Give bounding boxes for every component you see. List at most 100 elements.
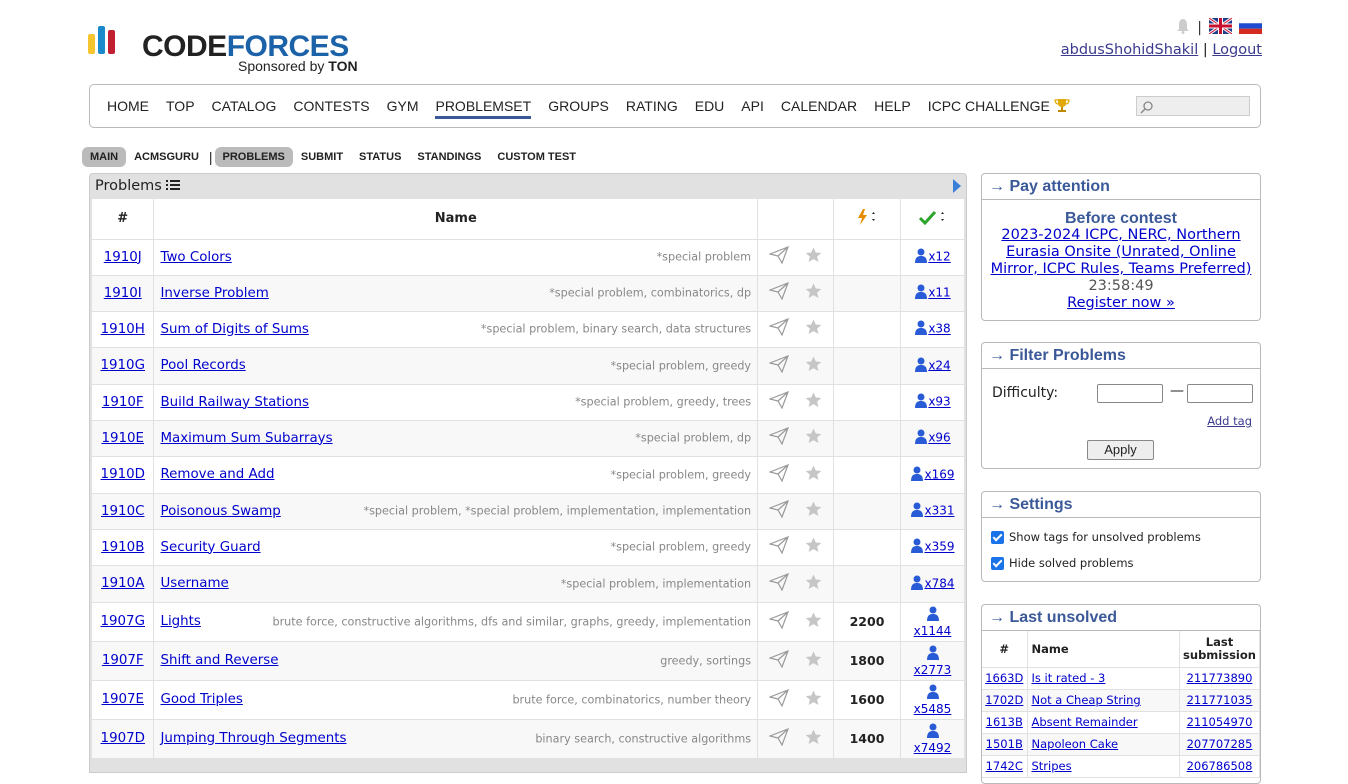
submenu-status[interactable]: STATUS bbox=[351, 147, 409, 167]
header-solved[interactable] bbox=[900, 199, 965, 240]
lu-problem-name-link[interactable]: Absent Remainder bbox=[1032, 715, 1138, 729]
problem-id-link[interactable]: 1910D bbox=[101, 467, 145, 482]
problem-name-link[interactable]: Poisonous Swamp bbox=[160, 504, 280, 519]
favourite-star-icon[interactable] bbox=[805, 392, 822, 412]
difficulty-min-input[interactable] bbox=[1097, 384, 1163, 403]
list-icon[interactable] bbox=[166, 178, 181, 194]
menu-calendar[interactable]: CALENDAR bbox=[781, 98, 857, 119]
uk-flag-icon[interactable] bbox=[1208, 16, 1233, 38]
problem-name-link[interactable]: Two Colors bbox=[160, 250, 231, 265]
problem-tags[interactable]: binary search, constructive algorithms bbox=[535, 732, 751, 745]
submit-paper-plane-icon[interactable] bbox=[768, 535, 790, 558]
problem-name-link[interactable]: Inverse Problem bbox=[160, 286, 268, 301]
favourite-star-icon[interactable] bbox=[805, 729, 822, 749]
problem-tags[interactable]: *special problem, combinatorics, dp bbox=[549, 287, 751, 300]
header-name[interactable]: Name bbox=[153, 199, 759, 240]
problem-name-link[interactable]: Shift and Reverse bbox=[160, 653, 278, 668]
problem-id-link[interactable]: 1910G bbox=[101, 358, 145, 373]
solved-count-link[interactable]: x5485 bbox=[914, 702, 952, 716]
problem-tags[interactable]: *special problem, implementation bbox=[561, 577, 751, 590]
submit-paper-plane-icon[interactable] bbox=[768, 649, 790, 672]
difficulty-max-input[interactable] bbox=[1187, 384, 1253, 403]
solved-count-link[interactable]: x12 bbox=[928, 250, 950, 264]
menu-groups[interactable]: GROUPS bbox=[548, 98, 609, 119]
submit-paper-plane-icon[interactable] bbox=[768, 463, 790, 486]
submit-paper-plane-icon[interactable] bbox=[768, 426, 790, 449]
solved-count-link[interactable]: x2773 bbox=[914, 663, 952, 677]
solved-count-link[interactable]: x1144 bbox=[914, 624, 952, 638]
next-page-arrow-icon[interactable] bbox=[953, 179, 961, 193]
favourite-star-icon[interactable] bbox=[805, 651, 822, 671]
lu-problem-id-link[interactable]: 1501B bbox=[986, 737, 1023, 751]
lu-submission-link[interactable]: 211773890 bbox=[1187, 671, 1253, 685]
search-input[interactable] bbox=[1136, 96, 1250, 116]
favourite-star-icon[interactable] bbox=[805, 501, 822, 521]
problem-tags[interactable]: *special problem, greedy bbox=[611, 468, 752, 481]
lu-problem-name-link[interactable]: Not a Cheap String bbox=[1032, 693, 1141, 707]
submenu-submit[interactable]: SUBMIT bbox=[293, 147, 351, 167]
problem-tags[interactable]: *special problem, *special problem, impl… bbox=[363, 505, 751, 518]
profile-link[interactable]: abdusShohidShakil bbox=[1061, 42, 1198, 58]
lu-problem-id-link[interactable]: 1663D bbox=[985, 671, 1023, 685]
menu-catalog[interactable]: CATALOG bbox=[212, 98, 277, 119]
menu-contests[interactable]: CONTESTS bbox=[293, 98, 369, 119]
problem-id-link[interactable]: 1907E bbox=[101, 692, 144, 707]
problem-id-link[interactable]: 1910H bbox=[101, 322, 145, 337]
favourite-star-icon[interactable] bbox=[805, 356, 822, 376]
show-tags-setting[interactable]: Show tags for unsolved problems bbox=[991, 530, 1201, 544]
solved-count-link[interactable]: x7492 bbox=[914, 741, 952, 755]
register-link[interactable]: Register now » bbox=[1067, 295, 1175, 311]
submit-paper-plane-icon[interactable] bbox=[768, 390, 790, 413]
problem-id-link[interactable]: 1910B bbox=[101, 540, 144, 555]
lu-problem-id-link[interactable]: 1613B bbox=[986, 715, 1023, 729]
problem-tags[interactable]: brute force, constructive algorithms, df… bbox=[272, 615, 751, 628]
lu-problem-id-link[interactable]: 1702D bbox=[985, 693, 1023, 707]
bell-icon[interactable] bbox=[1176, 18, 1190, 38]
problem-name-link[interactable]: Maximum Sum Subarrays bbox=[160, 431, 332, 446]
submenu-main[interactable]: MAIN bbox=[82, 147, 127, 167]
logout-link[interactable]: Logout bbox=[1212, 42, 1262, 58]
solved-count-link[interactable]: x38 bbox=[928, 322, 950, 336]
solved-count-link[interactable]: x784 bbox=[924, 576, 954, 590]
problem-name-link[interactable]: Remove and Add bbox=[160, 467, 274, 482]
problem-id-link[interactable]: 1910E bbox=[101, 431, 144, 446]
problem-tags[interactable]: *special problem, binary search, data st… bbox=[481, 323, 751, 336]
problem-id-link[interactable]: 1907D bbox=[101, 731, 145, 746]
menu-icpc-challenge[interactable]: ICPC CHALLENGE bbox=[928, 98, 1070, 119]
problem-id-link[interactable]: 1907F bbox=[102, 653, 144, 668]
problem-id-link[interactable]: 1910I bbox=[104, 286, 142, 301]
submenu-problems[interactable]: PROBLEMS bbox=[214, 147, 293, 167]
menu-gym[interactable]: GYM bbox=[387, 98, 419, 119]
lu-problem-name-link[interactable]: Napoleon Cake bbox=[1032, 737, 1119, 751]
hide-solved-setting[interactable]: Hide solved problems bbox=[991, 556, 1134, 570]
solved-count-link[interactable]: x96 bbox=[928, 431, 950, 445]
favourite-star-icon[interactable] bbox=[805, 319, 822, 339]
menu-rating[interactable]: RATING bbox=[626, 98, 678, 119]
apply-button[interactable]: Apply bbox=[1087, 440, 1154, 460]
solved-count-link[interactable]: x169 bbox=[924, 467, 954, 481]
problem-id-link[interactable]: 1910J bbox=[104, 250, 142, 265]
problem-id-link[interactable]: 1910C bbox=[101, 504, 144, 519]
lu-submission-link[interactable]: 207707285 bbox=[1187, 737, 1253, 751]
add-tag-link[interactable]: Add tag bbox=[1207, 414, 1252, 428]
submit-paper-plane-icon[interactable] bbox=[768, 281, 790, 304]
problem-id-link[interactable]: 1910F bbox=[102, 395, 144, 410]
codeforces-logo[interactable]: CODEFORCES Sponsored by TON bbox=[88, 24, 368, 74]
submit-paper-plane-icon[interactable] bbox=[768, 245, 790, 268]
lu-submission-link[interactable]: 211771035 bbox=[1187, 693, 1253, 707]
solved-count-link[interactable]: x24 bbox=[928, 358, 950, 372]
problem-id-link[interactable]: 1907G bbox=[101, 614, 145, 629]
submit-paper-plane-icon[interactable] bbox=[768, 572, 790, 595]
solved-count-link[interactable]: x331 bbox=[924, 504, 954, 518]
problem-id-link[interactable]: 1910A bbox=[101, 576, 144, 591]
submenu-acmsguru[interactable]: ACMSGURU bbox=[126, 147, 207, 167]
favourite-star-icon[interactable] bbox=[805, 283, 822, 303]
favourite-star-icon[interactable] bbox=[805, 537, 822, 557]
contest-link[interactable]: 2023-2024 ICPC, NERC, Northern Eurasia O… bbox=[991, 227, 1252, 277]
problem-name-link[interactable]: Jumping Through Segments bbox=[160, 731, 346, 746]
problem-name-link[interactable]: Pool Records bbox=[160, 358, 245, 373]
favourite-star-icon[interactable] bbox=[805, 574, 822, 594]
submit-paper-plane-icon[interactable] bbox=[768, 727, 790, 750]
menu-edu[interactable]: EDU bbox=[695, 98, 725, 119]
problem-tags[interactable]: brute force, combinatorics, number theor… bbox=[512, 693, 751, 706]
